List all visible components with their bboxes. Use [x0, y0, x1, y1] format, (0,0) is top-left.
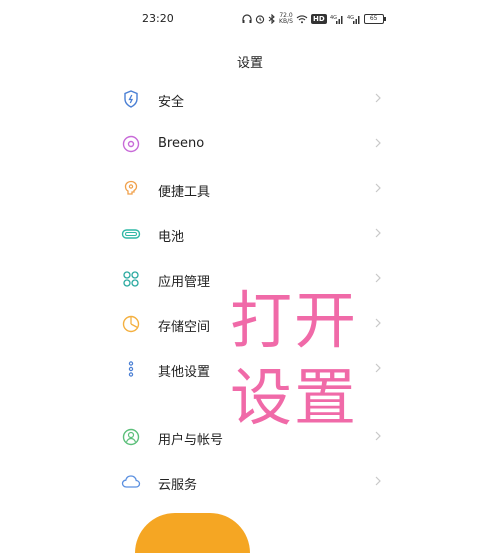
- battery-icon: [121, 229, 141, 239]
- chevron-right-icon: [375, 476, 381, 486]
- cloud-icon: [121, 475, 141, 488]
- chevron-right-icon: [375, 273, 381, 283]
- breeno-icon: [122, 135, 140, 153]
- network-speed-unit: KB/S: [279, 18, 293, 25]
- settings-item-label: Breeno: [158, 136, 205, 151]
- shield-icon: [124, 90, 138, 108]
- app-management-icon: [123, 271, 139, 287]
- user-account-icon: [122, 428, 140, 446]
- settings-item-label: 应用管理: [158, 275, 211, 290]
- status-time: 23:20: [142, 12, 174, 25]
- chevron-right-icon: [375, 363, 381, 373]
- settings-item-label: 电池: [158, 230, 185, 245]
- wifi-icon: [296, 15, 308, 24]
- alarm-icon: [255, 15, 265, 24]
- settings-item-battery[interactable]: 电池: [115, 214, 390, 254]
- settings-item-breeno[interactable]: Breeno: [115, 124, 390, 164]
- chevron-right-icon: [375, 138, 381, 148]
- page-title: 设置: [236, 56, 263, 71]
- chevron-right-icon: [375, 183, 381, 193]
- signal-icon: 4G: [330, 15, 343, 24]
- status-bar: 23:20 72.0 KB/S HD 4G 4G 65: [0, 0, 500, 38]
- settings-item-label: 云服务: [158, 478, 198, 493]
- hd-badge: HD: [311, 14, 327, 24]
- chevron-right-icon: [375, 93, 381, 103]
- settings-item-cloud[interactable]: 云服务: [115, 462, 390, 502]
- more-settings-icon: [128, 361, 134, 377]
- settings-item-shortcut-tools[interactable]: 便捷工具: [115, 169, 390, 209]
- signal-icon-2: 4G: [347, 15, 360, 24]
- svg-text:4G: 4G: [330, 15, 337, 21]
- shortcut-tools-icon: [124, 180, 138, 195]
- overlay-caption-line2: 设置: [230, 361, 359, 434]
- settings-item-label: 存储空间: [158, 320, 211, 335]
- storage-icon: [122, 315, 140, 333]
- settings-item-label: 安全: [158, 95, 185, 110]
- chevron-right-icon: [375, 431, 381, 441]
- chevron-right-icon: [375, 318, 381, 328]
- overlay-caption-line1: 打开: [230, 284, 359, 357]
- bluetooth-icon: [268, 14, 275, 24]
- chevron-right-icon: [375, 228, 381, 238]
- battery-level: 65: [369, 15, 378, 22]
- settings-item-security[interactable]: 安全: [115, 79, 390, 119]
- network-speed: 72.0 KB/S: [279, 13, 293, 25]
- headphones-icon: [242, 14, 252, 23]
- bottom-decoration: [135, 513, 250, 553]
- battery-indicator: 65: [363, 14, 386, 24]
- status-icons: 72.0 KB/S HD 4G 4G 65: [242, 11, 386, 27]
- settings-item-label: 便捷工具: [158, 185, 211, 200]
- svg-text:4G: 4G: [347, 15, 354, 21]
- settings-item-label: 用户与帐号: [158, 433, 224, 448]
- settings-item-label: 其他设置: [158, 365, 211, 380]
